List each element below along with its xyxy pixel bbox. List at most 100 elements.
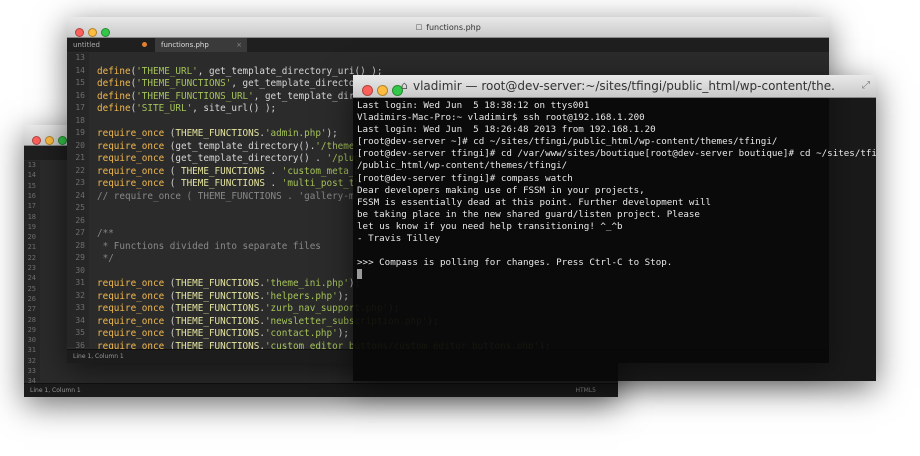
code-token: , get_template_dire [253, 90, 361, 102]
code-token: 'contact.php' [264, 328, 338, 339]
line-number: 14 [27, 171, 36, 180]
line-number: 26 [27, 294, 36, 303]
fullscreen-icon[interactable]: ⤢ [862, 80, 870, 91]
line-number: 15 [27, 181, 36, 190]
line-number: 34 [75, 315, 85, 325]
titlebar: ▫ functions.php [67, 17, 829, 38]
line-number: 30 [75, 265, 85, 275]
code-token: , site_url() ); [192, 103, 277, 114]
line-number: 20 [75, 140, 85, 150]
status-syntax[interactable]: HTML5 [575, 384, 596, 397]
line-number: 19 [75, 128, 85, 137]
line-number: 32 [75, 290, 85, 300]
line-number: 29 [75, 253, 85, 262]
code-token: THEME_FUNCTIONS [175, 303, 260, 314]
line-number: 21 [75, 153, 85, 162]
code-token: 'helpers.php' [264, 290, 338, 302]
code-token: ( [164, 128, 176, 139]
terminal-line: Vladimirs-Mac-Pro:~ vladimir$ ssh root@1… [357, 112, 645, 124]
code-token: ); [326, 128, 338, 139]
line-number: 20 [27, 233, 36, 242]
code-token: 'theme_ini.php' [264, 278, 349, 289]
line-number: 23 [75, 178, 85, 187]
terminal-cursor [357, 269, 362, 280]
close-button[interactable] [362, 85, 373, 96]
titlebar: ⌂ vladimir — root@dev-server:~/sites/tfi… [353, 75, 876, 98]
code-token: . [264, 165, 282, 177]
code-token: THEME_FUNCTIONS [180, 165, 265, 177]
code-token: (get_template_directory() . [164, 153, 327, 164]
line-number: 33 [27, 367, 36, 375]
line-number: 22 [27, 253, 36, 262]
line-number: 21 [27, 243, 36, 252]
code-token: ( [164, 290, 176, 302]
code-token: THEME_FUNCTIONS [175, 315, 260, 327]
line-number: 15 [75, 78, 85, 87]
line-number: 33 [75, 303, 85, 312]
line-number: 30 [27, 336, 36, 345]
code-token: THEME_FUNCTIONS [175, 328, 260, 339]
status-cursor-position: Line 1, Column 1 [73, 353, 124, 360]
tab-bar: untitled functions.php × [67, 38, 829, 52]
code-token: ( [164, 165, 181, 177]
window-title: ▫ functions.php [67, 20, 829, 33]
terminal-prompt-line [357, 269, 876, 282]
code-token: THEME_FUNCTIONS [175, 290, 260, 302]
code-token: require_once [97, 178, 165, 189]
code-token: 'THEME_URL' [136, 65, 198, 77]
line-number: 32 [27, 356, 36, 365]
line-number: 28 [27, 315, 36, 324]
code-token: 'SITE_URL' [136, 103, 193, 114]
tab-close-icon[interactable]: × [236, 38, 242, 52]
code-token: THEME_FUNCTIONS [175, 278, 260, 289]
code-token: require_once [97, 128, 165, 139]
code-token: require_once [97, 303, 165, 314]
code-token: require_once [97, 328, 165, 339]
line-number: 24 [27, 274, 36, 283]
line-number: 27 [27, 305, 36, 314]
code-token: . [264, 178, 282, 189]
line-number: 24 [75, 190, 85, 200]
status-cursor-position: Line 1, Column 1 [30, 387, 81, 394]
code-token: ( [164, 303, 176, 314]
line-number-gutter: 13 14 15 16 17 18 19 20 21 22 23 24 25 26 27 28 29 30 31 32… [67, 53, 89, 350]
home-icon: ⌂ [401, 79, 408, 92]
line-number: 19 [27, 222, 36, 231]
line-number: 16 [27, 191, 36, 200]
code-token: */ [97, 253, 114, 264]
code-token: 'multi_post_th [281, 178, 361, 189]
code-token: (get_template_directory(). [164, 140, 316, 152]
line-number: 13 [27, 161, 36, 169]
tab-functions-php[interactable]: functions.php × [155, 38, 247, 52]
tab-label: functions.php [161, 41, 209, 49]
line-number: 14 [75, 65, 85, 75]
line-number: 25 [75, 203, 85, 212]
close-button[interactable] [32, 136, 41, 145]
terminal-line: /public_html/wp-content/themes/tfingi/ [357, 160, 568, 172]
zoom-button[interactable] [58, 136, 67, 145]
code-token: THEME_FUNCTIONS [175, 128, 260, 139]
code-token: 'admin.php' [264, 128, 327, 139]
window-title-text: functions.php [426, 23, 481, 32]
code-token: require_once [97, 153, 165, 164]
tab-untitled[interactable]: untitled [67, 38, 153, 52]
line-number: 17 [75, 103, 85, 112]
line-number: 18 [27, 212, 36, 221]
terminal-output[interactable]: Last login: Wed Jun 5 18:38:12 on ttys00… [357, 100, 876, 282]
status-bar: Line 1, Column 1 HTML5 [24, 383, 618, 397]
code-token: define [97, 78, 131, 89]
terminal-line: [root@dev-server tfingi]# compass watch [357, 172, 573, 184]
code-token: require_once [97, 315, 165, 327]
code-token: 'THEME_FUNCTIONS' [136, 78, 232, 89]
line-number: 16 [75, 90, 85, 100]
line-number: 13 [75, 53, 85, 62]
minimize-button[interactable] [45, 136, 54, 145]
line-number: 29 [27, 325, 36, 334]
terminal-line: be taking place in the new shared guard/… [357, 208, 700, 220]
line-number-gutter: 13 14 15 16 17 18 19 20 21 22 23 24 25 26 27 28 29 30 31 32… [24, 161, 40, 396]
minimize-button[interactable] [377, 85, 388, 96]
terminal-line: Dear developers making use of FSSM in yo… [357, 184, 645, 196]
line-number: 25 [27, 284, 36, 293]
